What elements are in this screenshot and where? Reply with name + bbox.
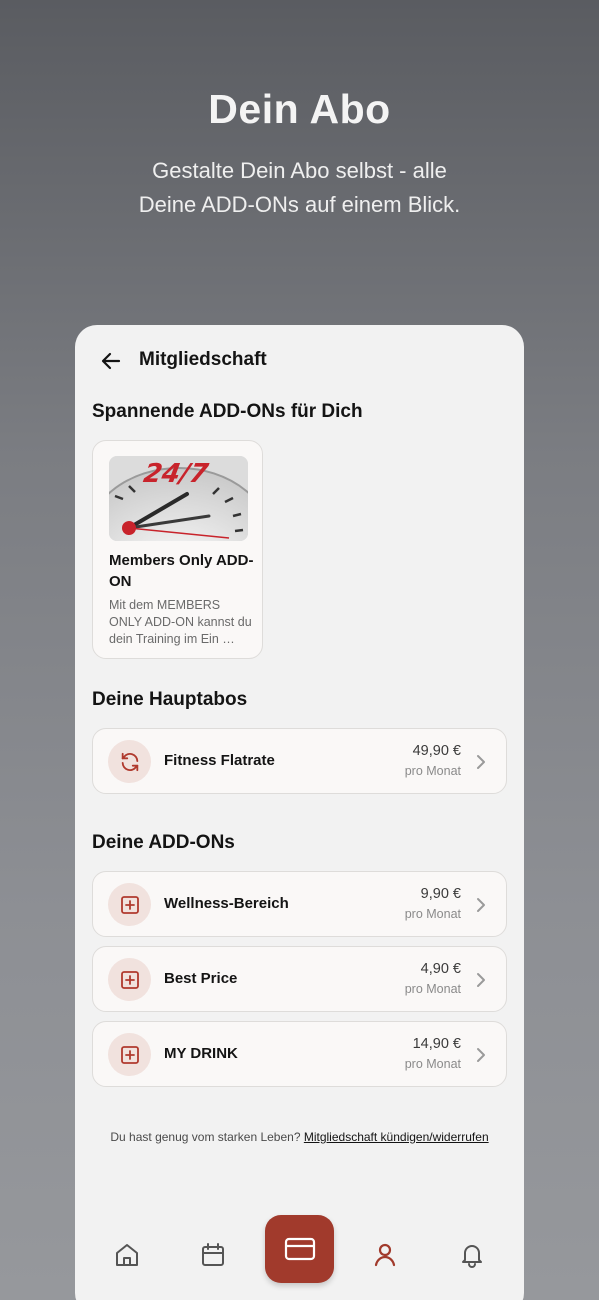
row-price-unit: pro Monat [404,907,461,921]
cancel-note: Du hast genug vom starken Leben? Mitglie… [75,1130,524,1144]
row-price-unit: pro Monat [404,1057,461,1071]
card-icon [284,1237,315,1261]
clock-24-7-image: 24/7 [109,456,248,541]
addon-row-wellness[interactable]: Wellness-Bereich 9,90 € pro Monat [92,871,507,937]
addon-row-best-price[interactable]: Best Price 4,90 € pro Monat [92,946,507,1012]
chevron-right-icon [477,898,485,912]
featured-section-title: Spannende ADD-ONs für Dich [92,401,363,422]
row-price: 4,90 € [420,961,461,977]
bell-icon[interactable] [458,1241,486,1269]
chevron-right-icon [477,1048,485,1062]
page-title: Mitgliedschaft [139,349,267,370]
addon-row-my-drink[interactable]: MY DRINK 14,90 € pro Monat [92,1021,507,1087]
chevron-right-icon [477,973,485,987]
subscription-row-fitness-flatrate[interactable]: Fitness Flatrate 49,90 € pro Monat [92,728,507,794]
row-price: 9,90 € [420,886,461,902]
addon-card-title: Members Only ADD-ON [109,552,254,590]
cancel-membership-link[interactable]: Mitgliedschaft kündigen/widerrufen [304,1130,489,1144]
row-label: Wellness-Bereich [164,895,289,912]
promo-subtitle: Gestalte Dein Abo selbst - alle Deine AD… [0,154,599,222]
row-price: 14,90 € [412,1036,461,1052]
plus-square-icon [108,883,151,926]
clock-image-text: 24/7 [141,459,211,489]
user-icon[interactable] [371,1241,399,1269]
addon-card-members-only[interactable]: 24/7 Members Only ADD-ON Mit dem MEMBERS… [92,440,263,659]
cancel-note-text: Du hast genug vom starken Leben? [110,1130,301,1144]
addon-card-description: Mit dem MEMBERS ONLY ADD-ON kannst du de… [109,598,252,646]
card-nav-button[interactable] [265,1215,334,1283]
plus-square-icon [108,1033,151,1076]
promo-subtitle-line1: Gestalte Dein Abo selbst - alle [152,158,447,183]
row-label: Best Price [164,970,238,987]
home-icon[interactable] [113,1241,141,1269]
calendar-icon[interactable] [199,1241,227,1269]
refresh-icon [108,740,151,783]
promo-subtitle-line2: Deine ADD-ONs auf einem Blick. [138,192,461,217]
row-price-unit: pro Monat [404,982,461,996]
row-price: 49,90 € [412,743,461,759]
row-label: MY DRINK [164,1045,238,1062]
promo-title: Dein Abo [208,86,391,132]
plus-square-icon [108,958,151,1001]
addons-section-title: Deine ADD-ONs [92,832,235,853]
bottom-nav [75,1213,524,1293]
chevron-right-icon [477,755,485,769]
row-label: Fitness Flatrate [164,752,275,769]
arrow-left-icon[interactable] [99,349,123,373]
top-bar: Mitgliedschaft [75,341,524,381]
main-subscriptions-title: Deine Hauptabos [92,689,248,710]
row-price-unit: pro Monat [404,764,461,778]
phone-screen: Mitgliedschaft Spannende ADD-ONs für Dic… [75,325,524,1300]
